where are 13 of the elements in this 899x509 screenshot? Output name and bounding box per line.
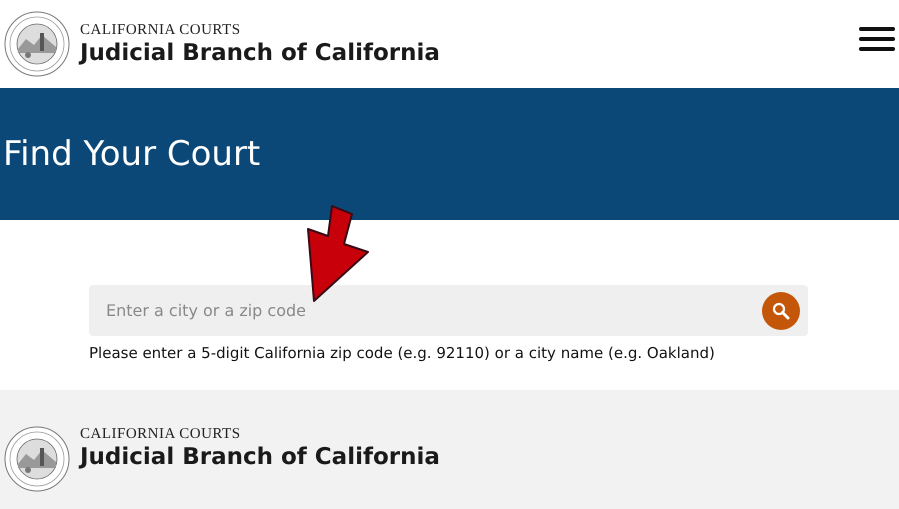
search-icon xyxy=(772,302,790,320)
search-hint: Please enter a 5-digit California zip code (e.g. 92110) or a city name (e.g. Oakland) xyxy=(89,344,716,362)
search-button[interactable] xyxy=(762,292,800,330)
search-field[interactable]: Enter a city or a zip code xyxy=(89,285,808,336)
page-title: Find Your Court xyxy=(3,134,260,174)
site-kicker: CALIFORNIA COURTS xyxy=(80,426,242,443)
seal-drawing xyxy=(4,426,70,492)
search-input[interactable]: Enter a city or a zip code xyxy=(104,300,762,321)
menu-icon[interactable] xyxy=(859,26,895,52)
seal-drawing xyxy=(4,11,70,77)
site-kicker: CALIFORNIA COURTS xyxy=(80,22,242,39)
site-title[interactable]: Judicial Branch of California xyxy=(80,444,440,470)
site-title[interactable]: Judicial Branch of California xyxy=(80,40,440,66)
